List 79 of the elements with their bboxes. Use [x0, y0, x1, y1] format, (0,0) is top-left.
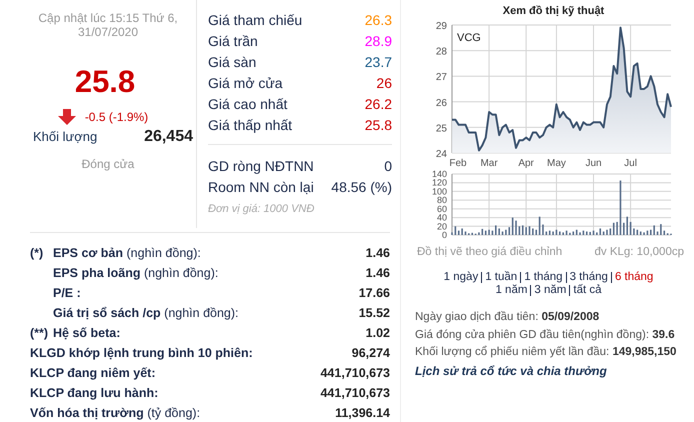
price-value: 28.9 — [364, 32, 392, 48]
period-link[interactable]: tất cả — [570, 284, 605, 297]
volume-value: 26,454 — [144, 128, 193, 146]
period-link[interactable]: 1 tuần — [482, 271, 520, 284]
price-unit-note: Đơn vị giá: 1000 VNĐ — [208, 203, 316, 215]
stat-value: 1.02 — [366, 326, 390, 340]
stat-label: KLCP đang niêm yết: — [30, 366, 156, 380]
foreign-label: Room NN còn lại — [208, 178, 314, 194]
y-axis-label: 140 — [432, 169, 447, 179]
y-axis-label: 29 — [436, 21, 447, 32]
stat-value: 17.66 — [358, 286, 390, 300]
y-axis-label: 24 — [436, 149, 447, 160]
ticker-label: VCG — [457, 32, 481, 44]
current-price: 25.8 — [74, 65, 136, 99]
price-label: Giá trần — [208, 32, 258, 48]
x-axis-label: Mar — [480, 158, 498, 168]
y-axis-label: 26 — [436, 98, 447, 109]
y-axis-label: 27 — [436, 72, 447, 84]
listing-info: Khối lượng cổ phiếu niêm yết lần đầu: 149,985,150 — [415, 344, 678, 360]
stat-label: Vốn hóa thị trường (tỷ đồng): — [30, 406, 202, 420]
y-axis-label: 0 — [442, 230, 447, 238]
trading-status: Đóng cửa — [82, 157, 134, 171]
price-value: 23.7 — [364, 54, 392, 70]
period-link[interactable]: 3 năm — [531, 284, 570, 297]
chart-title[interactable]: Xem đồ thị kỹ thuật — [413, 4, 694, 18]
footnote-marker: (**) — [30, 326, 50, 340]
y-axis-label: 80 — [436, 195, 447, 206]
listing-info: Giá đóng cửa phiên GD đầu tiên(nghìn đồng): 39.6 — [415, 328, 676, 342]
price-value: 26.2 — [364, 96, 392, 112]
price-value: 26.3 — [364, 12, 392, 28]
price-label: Giá tham chiếu — [208, 12, 302, 28]
price-value: 26 — [376, 74, 392, 90]
stat-label: Hệ số beta: — [53, 326, 122, 340]
stat-label: P/E : — [53, 286, 82, 300]
stat-label: KLCP đang lưu hành: — [30, 386, 160, 400]
volume-label: Khối lượng — [33, 129, 98, 144]
price-value: 25.8 — [364, 116, 392, 132]
x-axis-label: Jun — [585, 158, 602, 168]
period-link[interactable]: 1 ngày — [440, 271, 482, 284]
stat-value: 15.52 — [358, 306, 390, 320]
period-link[interactable]: 1 tháng — [521, 271, 566, 284]
stat-value: 1.46 — [366, 266, 390, 280]
stat-value: 96,274 — [352, 346, 390, 360]
y-axis-label: 60 — [436, 204, 447, 214]
foreign-label: GD ròng NĐTNN — [208, 158, 314, 174]
stat-value: 1.46 — [366, 246, 390, 260]
stat-label: EPS cơ bản (nghìn đồng): — [53, 246, 202, 260]
period-link[interactable]: 6 tháng — [612, 271, 656, 284]
footnote-marker: (*) — [30, 246, 44, 260]
x-axis-label: May — [547, 158, 566, 168]
price-label: Giá cao nhất — [208, 96, 288, 112]
price-change: -0.5 (-1.9%) — [84, 110, 148, 124]
y-axis-label: 28 — [436, 46, 447, 58]
stat-label: Giá trị sổ sách /cp (nghìn đồng): — [53, 306, 240, 320]
period-link[interactable]: 1 năm — [492, 284, 530, 297]
dividend-history-link[interactable]: Lịch sử trả cổ tức và chia thưởng — [415, 364, 694, 378]
update-time: Cập nhật lúc 15:15 Thứ 6, 31/07/2020 — [37, 11, 179, 39]
y-axis-label: 100 — [432, 186, 447, 196]
stat-label: KLGD khớp lệnh trung bình 10 phiên: — [30, 346, 254, 360]
y-axis-label: 40 — [436, 212, 447, 223]
price-label: Giá thấp nhất — [208, 116, 292, 132]
chart-note: Đồ thị vẽ theo giá điều chỉnh — [417, 246, 562, 258]
price-label: Giá mở cửa — [208, 74, 283, 90]
listing-info: Ngày giao dịch đầu tiên: 05/09/2008 — [415, 310, 600, 325]
stat-value: 441,710,673 — [320, 366, 390, 380]
stat-value: 441,710,673 — [320, 386, 390, 400]
foreign-value: 48.56 (%) — [331, 178, 392, 194]
foreign-value: 0 — [384, 158, 392, 174]
stat-label: EPS pha loãng (nghìn đồng): — [53, 266, 220, 280]
period-link[interactable]: 3 tháng — [566, 271, 611, 284]
x-axis-label: Feb — [449, 158, 467, 168]
y-axis-label: 20 — [436, 221, 447, 232]
x-axis-label: Apr — [518, 158, 534, 168]
volume-unit: đv KLg: 10,000cp — [594, 246, 684, 258]
price-label: Giá sàn — [208, 54, 256, 70]
x-axis-label: Jul — [624, 158, 637, 168]
y-axis-label: 120 — [432, 178, 447, 188]
stat-value: 11,396.14 — [335, 406, 390, 420]
y-axis-label: 25 — [436, 123, 447, 134]
